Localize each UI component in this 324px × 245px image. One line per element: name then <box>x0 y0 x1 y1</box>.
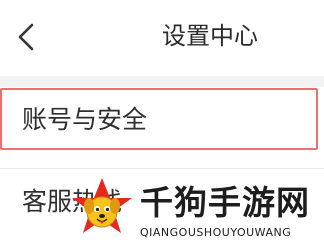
chevron-left-icon <box>18 23 34 51</box>
back-button[interactable] <box>12 20 42 54</box>
settings-item-account-security[interactable]: 账号与安全 <box>0 87 324 153</box>
watermark-subtext: QIANGOUSHOUYOUWANG <box>140 226 292 239</box>
settings-item-label: 账号与安全 <box>22 105 148 134</box>
list-divider <box>0 168 324 169</box>
watermark-text: 千狗手游网 <box>140 183 310 222</box>
section-gap <box>0 76 324 87</box>
watermark: 千狗手游网 QIANGOUSHOUYOUWANG <box>70 176 324 245</box>
watermark-logo <box>72 178 132 233</box>
page-title: 设置中心 <box>162 22 258 50</box>
top-navigation-bar: 设置中心 <box>0 0 324 76</box>
